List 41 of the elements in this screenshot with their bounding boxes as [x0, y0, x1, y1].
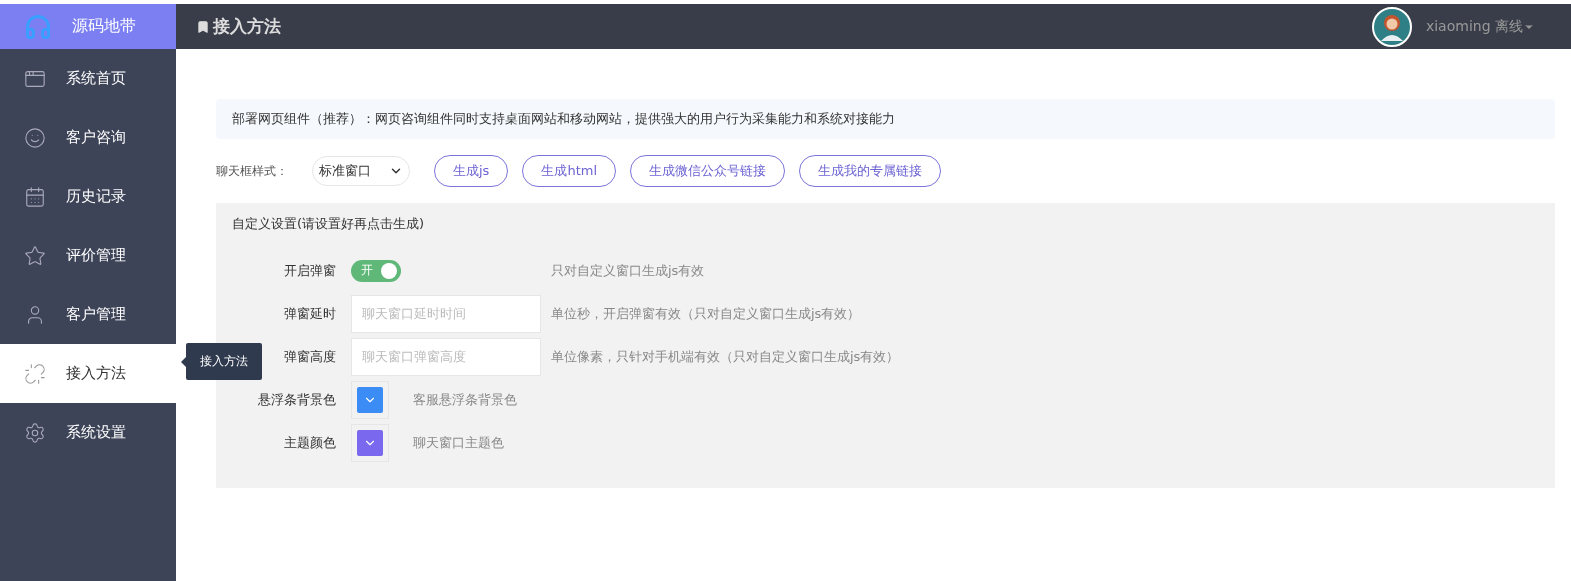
- setting-hint: 单位秒，开启弹窗有效（只对自定义窗口生成js有效）: [551, 304, 861, 323]
- setting-label: 开启弹窗: [284, 261, 336, 280]
- sidebar-item[interactable]: 接入方法: [0, 344, 176, 403]
- setting-hint: 客服悬浮条背景色: [413, 390, 517, 409]
- broken-link-icon: [24, 362, 46, 385]
- sidebar-item[interactable]: 系统设置: [0, 403, 176, 462]
- headset-icon: [24, 12, 52, 41]
- generate-button[interactable]: 生成微信公众号链接: [630, 155, 785, 187]
- brand-name: 源码地带: [72, 16, 136, 37]
- input-field[interactable]: 聊天窗口延时时间: [351, 294, 541, 333]
- setting-hint: 单位像素，只针对手机端有效（只对自定义窗口生成js有效）: [551, 347, 900, 366]
- page-title: 接入方法: [213, 15, 281, 38]
- bookmark-icon: [196, 19, 210, 34]
- color-picker[interactable]: [351, 380, 389, 419]
- sidebar-item[interactable]: 历史记录: [0, 167, 176, 226]
- color-picker[interactable]: [351, 423, 389, 462]
- user-menu[interactable]: xiaoming 离线: [1425, 17, 1535, 36]
- panel-title: 自定义设置(请设置好再点击生成): [232, 215, 426, 233]
- sidebar-item[interactable]: 系统首页: [0, 49, 176, 108]
- smiley-icon: [24, 126, 46, 149]
- notice-banner: 部署网页组件（推荐）：网页咨询组件同时支持桌面网站和移动网站，提供强大的用户行为采集能力和系统对接能力: [216, 99, 1555, 139]
- settings-icon: [24, 421, 46, 444]
- star-icon: [24, 244, 46, 267]
- setting-label: 弹窗延时: [284, 304, 336, 323]
- tooltip: 接入方法: [186, 343, 262, 380]
- setting-hint: 聊天窗口主题色: [413, 433, 504, 452]
- setting-label: 悬浮条背景色: [258, 390, 336, 409]
- calendar-icon: [24, 185, 46, 208]
- sidebar-item[interactable]: 评价管理: [0, 226, 176, 285]
- field-label: 聊天框样式：: [216, 162, 288, 180]
- input-field[interactable]: 聊天窗口弹窗高度: [351, 337, 541, 376]
- avatar-icon: [1371, 6, 1412, 47]
- sidebar-item[interactable]: 客户咨询: [0, 108, 176, 167]
- generate-button[interactable]: 生成我的专属链接: [799, 155, 941, 187]
- setting-label: 主题颜色: [284, 433, 336, 452]
- tooltip-pointer: [181, 356, 186, 367]
- generate-button[interactable]: 生成js: [434, 155, 509, 187]
- sidebar-item[interactable]: 客户管理: [0, 285, 176, 344]
- setting-label: 弹窗高度: [284, 347, 336, 366]
- generate-button[interactable]: 生成html: [522, 155, 616, 187]
- setting-hint: 只对自定义窗口生成js有效: [551, 261, 705, 280]
